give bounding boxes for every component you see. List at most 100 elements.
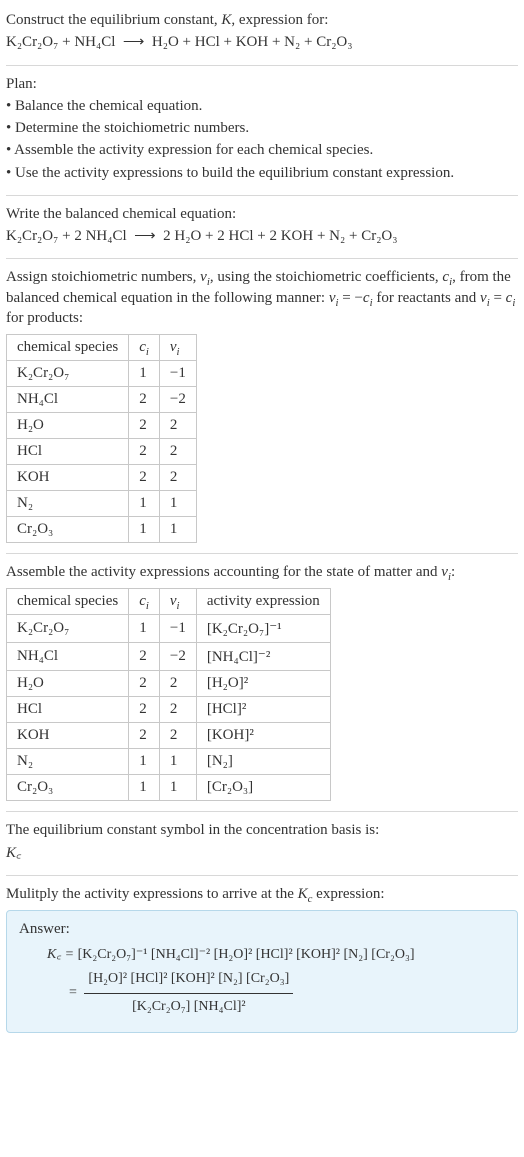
cell-v: 2: [159, 439, 196, 465]
table-row: Cr₂O₃11[Cr₂O₃]: [7, 775, 331, 801]
text: , using the stoichiometric coefficients,: [210, 269, 443, 285]
cell-v: −2: [159, 387, 196, 413]
cell-species: HCl: [7, 439, 129, 465]
cell-c: 1: [129, 775, 160, 801]
cell-c: 2: [129, 387, 160, 413]
text: Assign stoichiometric numbers,: [6, 269, 200, 285]
answer-box: Answer: K꜀ = [K₂Cr₂O₇]⁻¹ [NH₄Cl]⁻² [H₂O]…: [6, 910, 518, 1033]
col-ci: ci: [129, 335, 160, 361]
cell-species: H₂O: [7, 413, 129, 439]
col-activity: activity expression: [196, 589, 330, 615]
cell-c: 2: [129, 643, 160, 671]
cell-species: K₂Cr₂O₇: [7, 361, 129, 387]
cell-v: −2: [159, 643, 196, 671]
intro-line: Construct the equilibrium constant, K, e…: [6, 10, 518, 30]
table-header-row: chemical species ci νi: [7, 335, 197, 361]
cell-c: 1: [129, 491, 160, 517]
table-row: K₂Cr₂O₇1−1[K₂Cr₂O₇]⁻¹: [7, 615, 331, 643]
nu-i: νi: [441, 564, 451, 580]
table-header-row: chemical species ci νi activity expressi…: [7, 589, 331, 615]
fraction: [H₂O]² [HCl]² [KOH]² [N₂] [Cr₂O₃] [K₂Cr₂…: [84, 968, 293, 1018]
table-row: N₂11: [7, 491, 197, 517]
plan-section: Plan: • Balance the chemical equation. •…: [6, 66, 518, 195]
multiply-text: Mulitply the activity expressions to arr…: [6, 884, 518, 904]
cell-v: 2: [159, 671, 196, 697]
kc: Kc: [298, 886, 313, 902]
text: Assemble the activity expressions accoun…: [6, 564, 441, 580]
cell-c: 2: [129, 671, 160, 697]
cell-species: HCl: [7, 697, 129, 723]
cell-activity: [NH₄Cl]⁻²: [196, 643, 330, 671]
col-species: chemical species: [7, 589, 129, 615]
activity-text: Assemble the activity expressions accoun…: [6, 562, 518, 582]
plan-bullet-3: • Assemble the activity expression for e…: [6, 140, 518, 160]
answer-flat: [K₂Cr₂O₇]⁻¹ [NH₄Cl]⁻² [H₂O]² [HCl]² [KOH…: [78, 947, 415, 962]
cell-c: 1: [129, 615, 160, 643]
col-ci: ci: [129, 589, 160, 615]
answer-title: Answer:: [19, 921, 505, 938]
stoich-text: Assign stoichiometric numbers, νi, using…: [6, 267, 518, 328]
nu-i: νi: [480, 290, 490, 306]
fraction-denominator: [K₂Cr₂O₇] [NH₄Cl]²: [84, 994, 293, 1018]
cell-c: 1: [129, 361, 160, 387]
table-row: KOH22[KOH]²: [7, 723, 331, 749]
reaction-lhs: K₂Cr₂O₇ + NH₄Cl: [6, 34, 115, 50]
cell-species: N₂: [7, 749, 129, 775]
cell-v: −1: [159, 615, 196, 643]
table-row: HCl22: [7, 439, 197, 465]
text: for reactants and: [373, 290, 480, 306]
stoich-section: Assign stoichiometric numbers, νi, using…: [6, 259, 518, 553]
cell-species: H₂O: [7, 671, 129, 697]
balanced-lhs: K₂Cr₂O₇ + 2 NH₄Cl: [6, 228, 127, 244]
balanced-section: Write the balanced chemical equation: K₂…: [6, 196, 518, 259]
plan-bullet-1: • Balance the chemical equation.: [6, 96, 518, 116]
kc: K꜀: [6, 845, 21, 861]
cell-c: 2: [129, 439, 160, 465]
answer-line-1: K꜀ = [K₂Cr₂O₇]⁻¹ [NH₄Cl]⁻² [H₂O]² [HCl]²…: [47, 944, 505, 966]
answer-line-2: = [H₂O]² [HCl]² [KOH]² [N₂] [Cr₂O₃] [K₂C…: [69, 966, 505, 1020]
col-vi: νi: [159, 335, 196, 361]
multiply-section: Mulitply the activity expressions to arr…: [6, 876, 518, 1043]
cell-activity: [Cr₂O₃]: [196, 775, 330, 801]
table-row: KOH22: [7, 465, 197, 491]
cell-v: 2: [159, 723, 196, 749]
cell-activity: [N₂]: [196, 749, 330, 775]
c-i: ci: [506, 290, 516, 306]
cell-v: −1: [159, 361, 196, 387]
table-row: NH₄Cl2−2[NH₄Cl]⁻²: [7, 643, 331, 671]
kc-symbol: K꜀: [6, 843, 518, 863]
text: Construct the equilibrium constant,: [6, 12, 221, 28]
cell-v: 1: [159, 749, 196, 775]
balanced-reaction: K₂Cr₂O₇ + 2 NH₄Cl ⟶ 2 H₂O + 2 HCl + 2 KO…: [6, 226, 518, 246]
text: expression:: [312, 886, 384, 902]
symbol-section: The equilibrium constant symbol in the c…: [6, 812, 518, 875]
cell-v: 2: [159, 465, 196, 491]
cell-c: 1: [129, 749, 160, 775]
cell-v: 1: [159, 491, 196, 517]
plan-bullet-4: • Use the activity expressions to build …: [6, 163, 518, 183]
cell-species: K₂Cr₂O₇: [7, 615, 129, 643]
document-root: Construct the equilibrium constant, K, e…: [0, 0, 524, 1055]
cell-c: 2: [129, 697, 160, 723]
cell-v: 1: [159, 775, 196, 801]
table-row: H₂O22: [7, 413, 197, 439]
text: = −: [338, 290, 362, 306]
text: =: [490, 290, 506, 306]
nu-i: νi: [200, 269, 210, 285]
intro-reaction: K₂Cr₂O₇ + NH₄Cl ⟶ H₂O + HCl + KOH + N₂ +…: [6, 32, 518, 52]
plan-heading: Plan:: [6, 74, 518, 94]
cell-species: Cr₂O₃: [7, 775, 129, 801]
cell-species: Cr₂O₃: [7, 517, 129, 543]
text: Mulitply the activity expressions to arr…: [6, 886, 298, 902]
italic-K: K: [221, 12, 231, 28]
cell-v: 2: [159, 413, 196, 439]
col-vi: νi: [159, 589, 196, 615]
cell-v: 1: [159, 517, 196, 543]
cell-activity: [H₂O]²: [196, 671, 330, 697]
table-row: N₂11[N₂]: [7, 749, 331, 775]
text: :: [451, 564, 455, 580]
table-row: H₂O22[H₂O]²: [7, 671, 331, 697]
balanced-rhs: 2 H₂O + 2 HCl + 2 KOH + N₂ + Cr₂O₃: [163, 228, 397, 244]
cell-species: NH₄Cl: [7, 643, 129, 671]
intro-section: Construct the equilibrium constant, K, e…: [6, 2, 518, 65]
